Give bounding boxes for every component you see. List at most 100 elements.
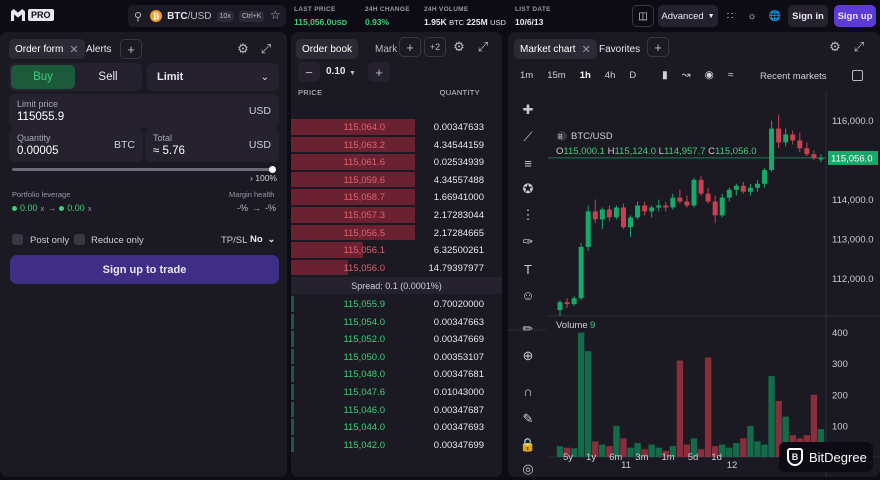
- last-price-unit: USD: [331, 18, 348, 27]
- tab-mark[interactable]: Mark: [369, 39, 397, 59]
- pattern-icon[interactable]: ✪: [516, 178, 540, 200]
- bid-row[interactable]: 115,054.0 0.00347663: [291, 313, 501, 331]
- emoji-icon[interactable]: ☺: [516, 284, 540, 306]
- close-icon[interactable]: ✕: [69, 43, 78, 56]
- ask-row[interactable]: 115,059.6 4.34557488: [291, 171, 501, 189]
- price-chart[interactable]: 116,000.0 115,056.0 114,000.0 113,000.0 112,…: [508, 92, 880, 477]
- bid-row[interactable]: 115,048.0 0.00347681: [291, 365, 501, 383]
- magnet-icon[interactable]: ∩: [516, 380, 540, 402]
- buy-button[interactable]: Buy: [11, 65, 75, 89]
- interval-15m[interactable]: 15m: [547, 70, 565, 81]
- visibility-eye-icon[interactable]: ◉: [705, 69, 714, 81]
- tick-decrease-button[interactable]: −: [298, 62, 320, 82]
- range-6m[interactable]: 6m: [609, 452, 622, 463]
- brush-icon[interactable]: ✑: [516, 231, 540, 253]
- tpsl-select[interactable]: No ⌄: [250, 234, 275, 245]
- pair-selector[interactable]: ⚲ ₿ BTC/USD 10x Ctrl+K: [128, 5, 286, 27]
- lock-icon[interactable]: 🔒: [516, 434, 540, 456]
- crosshair-icon[interactable]: ✚: [516, 99, 540, 121]
- interval-4h[interactable]: 4h: [605, 70, 616, 81]
- range-5d[interactable]: 5d: [688, 452, 699, 463]
- lock-draw-icon[interactable]: ✎: [516, 408, 540, 430]
- compare-icon[interactable]: ≈: [728, 69, 734, 81]
- quantity-input[interactable]: 0.00005: [17, 145, 59, 157]
- settings-gear-icon[interactable]: ⚙: [824, 37, 846, 57]
- total-field[interactable]: Total ≈ 5.76 USD: [145, 128, 279, 162]
- tick-increase-button[interactable]: +: [368, 62, 390, 82]
- limit-price-field[interactable]: Limit price 115055.9 USD: [9, 94, 279, 128]
- tab-order-form[interactable]: Order form ✕: [9, 39, 85, 59]
- bid-row[interactable]: 115,044.0 0.00347693: [291, 418, 501, 436]
- bid-row[interactable]: 115,050.0 0.00353107: [291, 348, 501, 366]
- sell-button[interactable]: Sell: [76, 65, 140, 89]
- ask-row[interactable]: 115,056.1 6.32500261: [291, 241, 501, 259]
- ask-row[interactable]: 115,056.0 14.79397977: [291, 259, 501, 277]
- tab-alerts[interactable]: Alerts: [80, 39, 118, 59]
- tab-order-book[interactable]: Order book: [296, 39, 359, 59]
- ruler-icon[interactable]: ✏: [516, 318, 540, 340]
- bid-row[interactable]: 115,047.6 0.01043000: [291, 383, 501, 401]
- add-tab-icon[interactable]: +: [647, 37, 669, 57]
- zoom-in-icon[interactable]: ⊕: [516, 345, 540, 367]
- change-value: 0.93%: [365, 17, 390, 27]
- range-3m[interactable]: 3m: [635, 452, 648, 463]
- close-icon[interactable]: ✕: [582, 43, 591, 56]
- interval-1h[interactable]: 1h: [580, 70, 591, 81]
- more-tabs-button[interactable]: +2: [424, 37, 446, 57]
- mode-dropdown[interactable]: Advanced ▼: [658, 5, 718, 27]
- sign-up-button[interactable]: Sign up: [834, 5, 876, 27]
- tick-size-value[interactable]: 0.10: [326, 66, 345, 77]
- tab-market-chart[interactable]: Market chart ✕: [514, 39, 597, 59]
- settings-gear-icon[interactable]: ⚙: [448, 37, 470, 57]
- range-1d[interactable]: 1d: [711, 452, 722, 463]
- trendline-icon[interactable]: ⟋: [516, 126, 540, 148]
- bid-row[interactable]: 115,046.0 0.00347687: [291, 401, 501, 419]
- apps-grid-icon[interactable]: ∷: [721, 5, 739, 27]
- range-1y[interactable]: 1y: [586, 452, 596, 463]
- text-icon[interactable]: T: [516, 258, 540, 280]
- sign-in-button[interactable]: Sign in: [788, 5, 828, 27]
- limit-price-input[interactable]: 115055.9: [17, 111, 64, 123]
- quantity-field[interactable]: Quantity 0.00005 BTC: [9, 128, 143, 162]
- sign-up-to-trade-button[interactable]: Sign up to trade: [10, 255, 279, 284]
- fib-icon[interactable]: ⋮: [516, 204, 540, 226]
- interval-D[interactable]: D: [629, 70, 636, 81]
- order-type-select[interactable]: Limit ⌄: [147, 63, 279, 91]
- range-5y[interactable]: 5y: [563, 452, 573, 463]
- bid-row[interactable]: 115,055.9 0.70020000: [291, 295, 501, 313]
- size-slider-handle[interactable]: [269, 166, 276, 173]
- candle-type-icon[interactable]: ▮: [662, 69, 668, 81]
- ask-row[interactable]: 115,064.0 0.00347633: [291, 118, 501, 136]
- bid-row[interactable]: 115,052.0 0.00347669: [291, 330, 501, 348]
- expand-icon[interactable]: ⤢: [848, 37, 870, 57]
- interval-1m[interactable]: 1m: [520, 70, 533, 81]
- add-tab-icon[interactable]: +: [120, 39, 142, 59]
- recent-markets-button[interactable]: Recent markets: [760, 71, 827, 82]
- favorite-star-icon[interactable]: ☆: [270, 8, 281, 22]
- expand-icon[interactable]: ⤢: [255, 39, 277, 59]
- ask-row[interactable]: 115,057.3 2.17283044: [291, 206, 501, 224]
- language-globe-icon[interactable]: 🌐: [766, 5, 784, 27]
- horizontal-lines-icon[interactable]: ≡: [516, 152, 540, 174]
- post-only-checkbox[interactable]: [12, 234, 23, 245]
- indicators-icon[interactable]: ↝: [682, 69, 691, 81]
- layout-icon[interactable]: ◫: [632, 5, 654, 27]
- ask-row[interactable]: 115,056.5 2.17284665: [291, 224, 501, 242]
- expand-icon[interactable]: ⤢: [472, 37, 494, 57]
- size-slider-track[interactable]: [12, 168, 274, 171]
- ask-row[interactable]: 115,058.7 1.66941000: [291, 188, 501, 206]
- ask-row[interactable]: 115,061.6 0.02534939: [291, 153, 501, 171]
- ask-quantity: 4.34544159: [433, 139, 484, 151]
- total-input[interactable]: ≈ 5.76: [153, 145, 185, 157]
- bid-row[interactable]: 115,042.0 0.00347699: [291, 436, 501, 454]
- ask-row[interactable]: 115,063.2 4.34544159: [291, 136, 501, 154]
- range-1m[interactable]: 1m: [662, 452, 675, 463]
- add-tab-icon[interactable]: +: [399, 37, 421, 57]
- reduce-only-checkbox[interactable]: [74, 234, 85, 245]
- tab-favorites[interactable]: Favorites: [593, 39, 646, 59]
- settings-gear-icon[interactable]: ⚙: [232, 39, 254, 59]
- brand-logo[interactable]: PRO: [11, 9, 54, 21]
- theme-sun-icon[interactable]: ☼: [743, 5, 761, 27]
- fullscreen-icon[interactable]: [852, 70, 863, 81]
- bid-quantity: 0.00347693: [433, 422, 484, 434]
